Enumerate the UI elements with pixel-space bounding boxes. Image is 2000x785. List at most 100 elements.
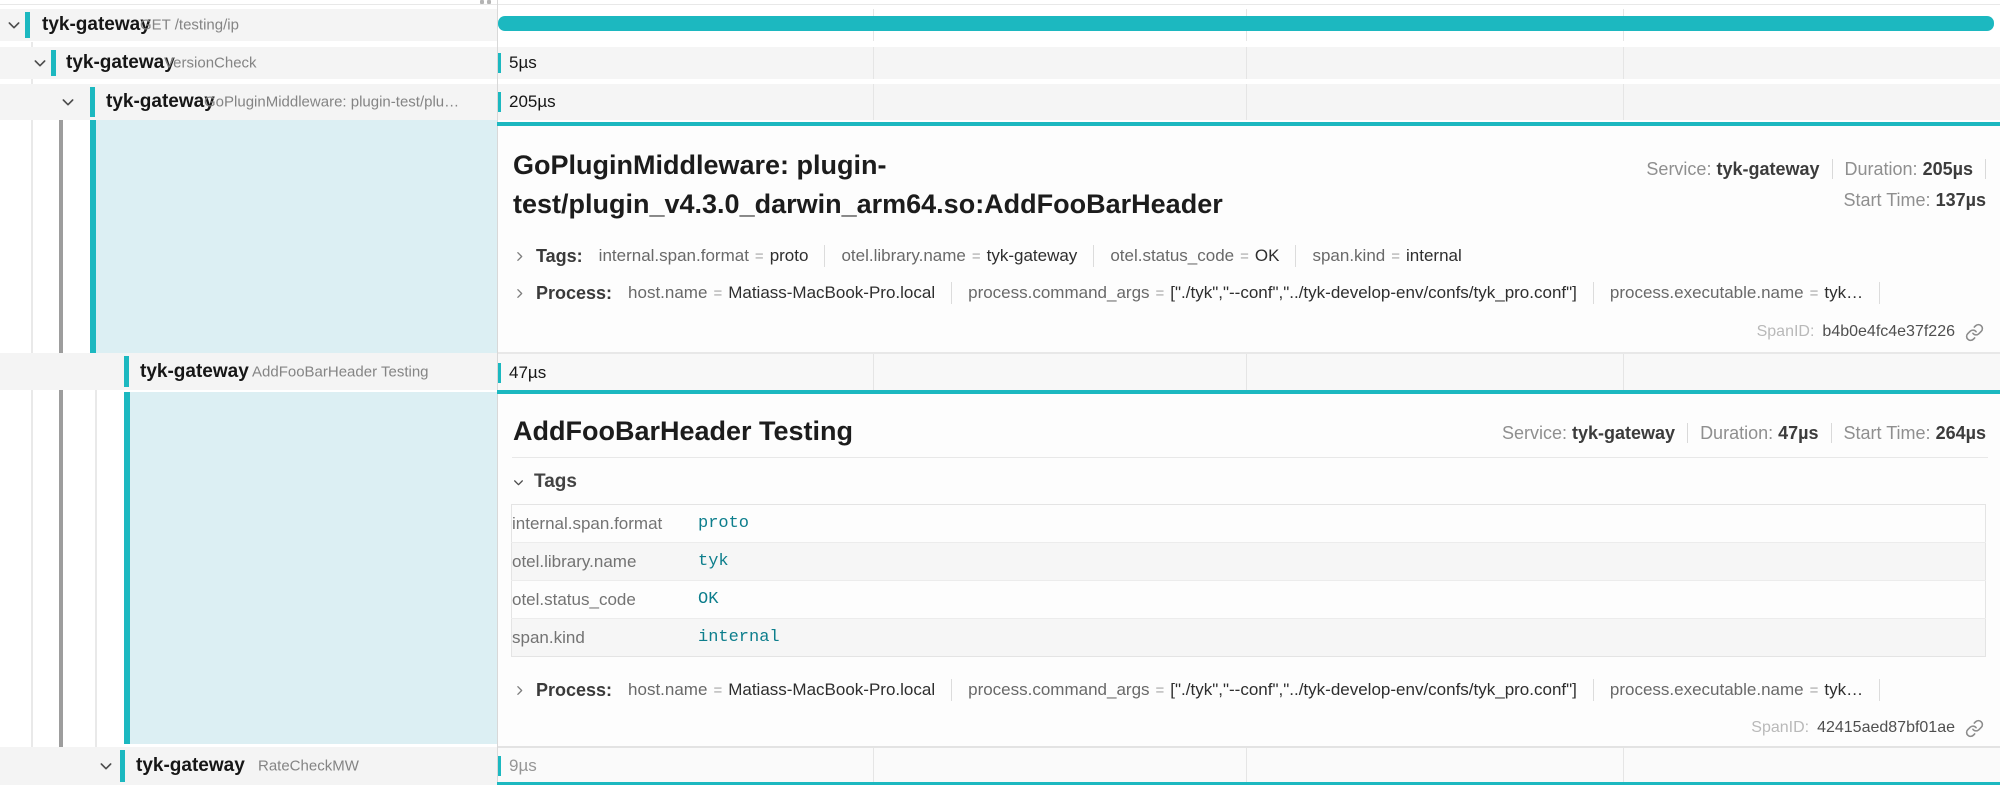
tag-key: internal.span.format [512, 505, 699, 543]
chevron-right-icon[interactable] [513, 684, 526, 697]
span-row-addfoobar[interactable]: tyk-gateway AddFooBarHeader Testing [0, 353, 497, 390]
indent-guide-active [59, 84, 63, 785]
span-detail-meta: Service: tyk-gateway Duration: 205µs Star… [1646, 154, 1986, 216]
span-duration-label: 9µs [509, 756, 537, 776]
collapse-chevron-icon[interactable] [98, 758, 114, 779]
span-operation-name: RateCheckMW [258, 758, 359, 775]
service-label: Service: [1502, 423, 1567, 443]
expanded-span-tint-addfoobar [124, 392, 497, 744]
process-summary-row[interactable]: Process: host.name=Matiass-MacBook-Pro.l… [513, 279, 1988, 307]
pill-divider [1093, 245, 1094, 267]
span-service-name: tyk-gateway [66, 52, 175, 74]
tags-summary-row[interactable]: Tags: internal.span.format=proto otel.li… [513, 242, 1988, 270]
timeline-row-addfoobar[interactable]: 47µs [497, 353, 2000, 391]
start-time-value: 137µs [1936, 190, 1986, 210]
copy-link-icon[interactable] [1965, 719, 1984, 738]
start-time-label: Start Time: [1844, 423, 1931, 443]
tag-pill: span.kind=internal [1312, 246, 1461, 266]
process-section-label[interactable]: Process: [536, 680, 612, 701]
column-resizer-grip[interactable] [480, 0, 484, 4]
tags-accordion-label[interactable]: Tags [534, 471, 577, 493]
service-label: Service: [1646, 159, 1711, 179]
expanded-span-tint-gopluginmw [90, 118, 497, 353]
span-service-name: tyk-gateway [140, 361, 249, 383]
timeline-gridline [873, 47, 874, 79]
span-duration-bar-root[interactable] [498, 16, 1994, 31]
process-section-label[interactable]: Process: [536, 283, 612, 304]
title-divider [512, 457, 1988, 458]
pill-divider [951, 282, 952, 304]
timeline-gridline [1246, 84, 1247, 120]
span-color-bar [51, 50, 56, 76]
tag-pill: otel.status_code=OK [1110, 246, 1279, 266]
duration-label: Duration: [1700, 423, 1773, 443]
span-duration-label: 205µs [509, 92, 556, 112]
duration-value: 47µs [1778, 423, 1818, 443]
tags-table: internal.span.format proto otel.library.… [511, 504, 1986, 657]
spanid-value: b4b0e4fc4e37f226 [1822, 323, 1955, 341]
pill-divider [1295, 245, 1296, 267]
pill-divider [1593, 282, 1594, 304]
process-summary-row[interactable]: Process: host.name=Matiass-MacBook-Pro.l… [513, 676, 1988, 704]
copy-link-icon[interactable] [1965, 323, 1984, 342]
timeline-gridline [1623, 47, 1624, 79]
tags-accordion-header[interactable]: Tags [512, 469, 577, 495]
timeline-row-root[interactable] [497, 9, 2000, 41]
timeline-gridline [873, 84, 874, 120]
span-row-gopluginmw[interactable]: tyk-gateway GoPluginMiddleware: plugin-t… [0, 84, 497, 120]
span-row-get-testing-ip[interactable]: tyk-gateway GET /testing/ip [0, 9, 497, 41]
pill-divider [951, 679, 952, 701]
span-detail-meta: Service: tyk-gateway Duration: 47µs Start … [1502, 418, 1986, 449]
span-detail-title-line1: GoPluginMiddleware: plugin- [513, 146, 1223, 185]
collapse-chevron-icon[interactable] [60, 94, 76, 115]
span-detail-title: GoPluginMiddleware: plugin- test/plugin_… [513, 146, 1223, 224]
start-time-label: Start Time: [1844, 190, 1931, 210]
service-value: tyk-gateway [1572, 423, 1675, 443]
timeline-row-ratecheckmw[interactable]: 9µs [497, 747, 2000, 783]
process-pill: process.executable.name=tyk… [1610, 283, 1863, 303]
duration-label: Duration: [1845, 159, 1918, 179]
span-row-versioncheck[interactable]: tyk-gateway VersionCheck [0, 47, 497, 79]
meta-divider [1831, 423, 1832, 443]
process-pill: host.name=Matiass-MacBook-Pro.local [628, 283, 935, 303]
table-row: otel.library.name tyk [512, 543, 1986, 581]
tag-value: tyk [698, 543, 1986, 581]
process-pill: process.command_args=["./tyk","--conf","… [968, 283, 1577, 303]
collapse-chevron-icon[interactable] [6, 17, 22, 38]
tag-pill: otel.library.name=tyk-gateway [841, 246, 1077, 266]
timeline-gridline [1246, 47, 1247, 79]
detail-panel-accent-border [497, 390, 2000, 394]
span-operation-name: GET /testing/ip [140, 17, 239, 34]
span-detail-title: AddFooBarHeader Testing [513, 412, 853, 451]
timeline-row-versioncheck[interactable]: 5µs [497, 47, 2000, 79]
table-row: internal.span.format proto [512, 505, 1986, 543]
span-row-ratecheckmw[interactable]: tyk-gateway RateCheckMW [0, 747, 497, 785]
tag-value: proto [698, 505, 1986, 543]
meta-divider [1985, 159, 1986, 179]
duration-value: 205µs [1923, 159, 1973, 179]
process-pill: process.executable.name=tyk… [1610, 680, 1863, 700]
tags-section-label[interactable]: Tags: [536, 246, 583, 267]
table-row: otel.status_code OK [512, 581, 1986, 619]
pill-divider [1879, 679, 1880, 701]
span-detail-panel-gopluginmw: GoPluginMiddleware: plugin- test/plugin_… [498, 126, 2000, 353]
collapse-chevron-icon[interactable] [32, 55, 48, 76]
span-duration-label: 47µs [509, 363, 546, 383]
timeline-row-gopluginmw[interactable]: 205µs [497, 84, 2000, 120]
chevron-right-icon[interactable] [513, 287, 526, 300]
span-detail-title-line2: test/plugin_v4.3.0_darwin_arm64.so:AddFo… [513, 185, 1223, 224]
span-color-bar [124, 356, 129, 387]
tag-key: otel.library.name [512, 543, 699, 581]
spanid-value: 42415aed87bf01ae [1817, 719, 1955, 737]
process-pill: host.name=Matiass-MacBook-Pro.local [628, 680, 935, 700]
top-separator [0, 4, 2000, 5]
tag-value: internal [698, 619, 1986, 657]
chevron-right-icon[interactable] [513, 250, 526, 263]
timeline-gridline [1623, 84, 1624, 120]
column-resizer-grip[interactable] [487, 0, 491, 4]
chevron-down-icon[interactable] [512, 476, 525, 489]
tag-value: OK [698, 581, 1986, 619]
start-time-value: 264µs [1936, 423, 1986, 443]
timeline-gridline [1246, 748, 1247, 783]
service-value: tyk-gateway [1716, 159, 1819, 179]
